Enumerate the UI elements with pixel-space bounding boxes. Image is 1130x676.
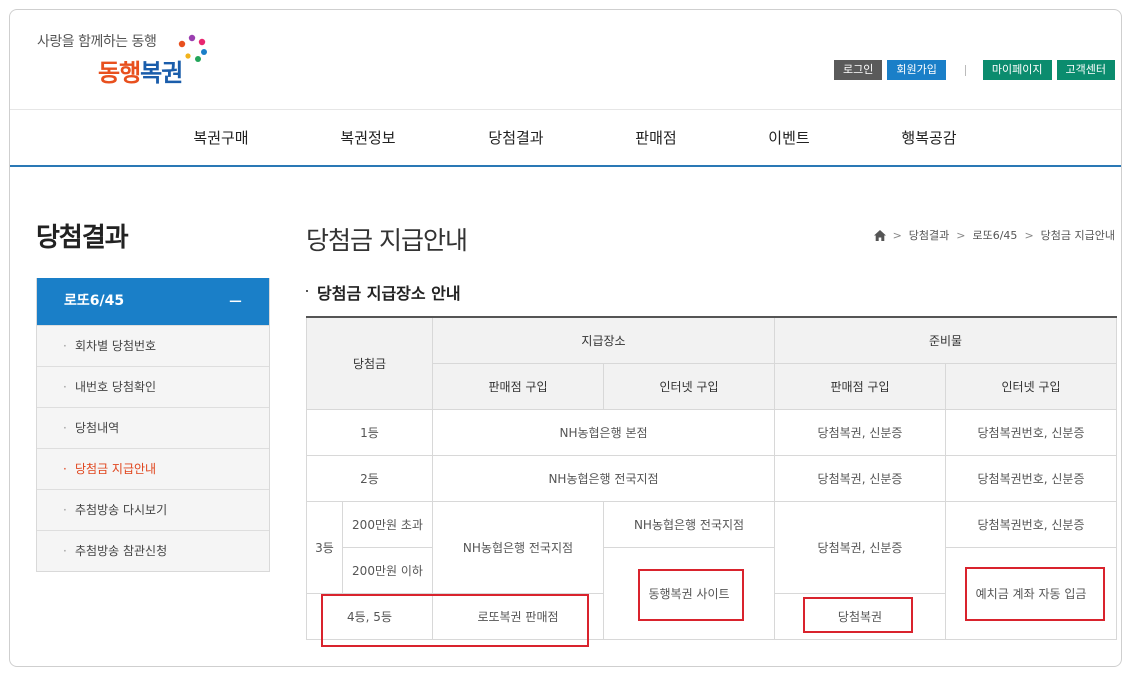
breadcrumb-item[interactable]: 당첨결과 — [909, 227, 949, 243]
highlight-box-docs-store — [803, 597, 913, 633]
highlight-box-internet-site — [638, 569, 744, 621]
docs-cell: 당첨복권번호, 신분증 — [945, 454, 1118, 502]
breadcrumb-item[interactable]: 로또6/45 — [972, 227, 1017, 243]
header-place: 지급장소 — [431, 316, 776, 364]
bullet-icon: · — [63, 380, 67, 394]
sidebar-item-payout-guide[interactable]: · 당첨금 지급안내 — [37, 448, 269, 489]
sidebar-item-label: 추첨방송 다시보기 — [75, 503, 168, 517]
table-row: 2등 NH농협은행 전국지점 당첨복권, 신분증 당첨복권번호, 신분증 — [306, 454, 1118, 502]
header-prize: 당첨금 — [306, 316, 433, 410]
bullet-icon: · — [63, 503, 67, 517]
section-title: 당첨금 지급장소 안내 — [306, 280, 461, 304]
sidebar-item-my-numbers[interactable]: · 내번호 당첨확인 — [37, 366, 269, 407]
sidebar-section-lotto645[interactable]: 로또6/45 − — [37, 278, 269, 325]
table-row: 1등 NH농협은행 본점 당첨복권, 신분증 당첨복권번호, 신분증 — [306, 408, 1118, 456]
table-header-row: 당첨금 지급장소 준비물 — [306, 316, 1118, 410]
sidebar-item-label: 회차별 당첨번호 — [75, 339, 157, 353]
breadcrumb-separator: > — [1024, 228, 1034, 242]
header-place-store: 판매점 구입 — [432, 362, 604, 410]
bullet-icon: · — [63, 339, 67, 353]
rank-cell: 2등 — [306, 454, 433, 502]
nav-item-stores[interactable]: 판매점 — [635, 110, 676, 166]
mypage-button[interactable]: 마이페이지 — [982, 60, 1052, 80]
sidebar-item-replay[interactable]: · 추첨방송 다시보기 — [37, 489, 269, 530]
breadcrumb-separator: > — [956, 228, 966, 242]
header-docs-internet: 인터넷 구입 — [945, 362, 1118, 410]
amount-cell: 200만원 이하 — [342, 546, 433, 594]
logo-text-part1: 동행 — [98, 59, 141, 87]
nav-item-results[interactable]: 당첨결과 — [488, 110, 543, 166]
header-place-internet: 인터넷 구입 — [602, 362, 776, 410]
nav-item-info[interactable]: 복권정보 — [340, 110, 395, 166]
sidebar-title: 당첨결과 — [36, 223, 129, 253]
rank-cell: 1등 — [306, 408, 433, 456]
breadcrumb-separator: > — [892, 228, 902, 242]
top-utility-bar: 로그인 회원가입 마이페이지 고객센터 — [834, 60, 1115, 80]
sidebar-section-label: 로또6/45 — [64, 293, 125, 309]
breadcrumb-item: 당첨금 지급안내 — [1040, 229, 1115, 242]
nav-item-happy[interactable]: 행복공감 — [901, 110, 956, 166]
bullet-icon: · — [63, 421, 67, 435]
breadcrumb: > 당첨결과 > 로또6/45 > 당첨금 지급안내 — [873, 227, 1115, 243]
logo-tagline: 사랑을 함께하는 동행 — [37, 34, 157, 50]
collapse-icon[interactable]: − — [228, 278, 243, 325]
place-cell: NH농협은행 전국지점 — [602, 500, 776, 548]
sidebar-item-attend[interactable]: · 추첨방송 참관신청 — [37, 530, 269, 571]
place-cell: NH농협은행 전국지점 — [431, 454, 776, 502]
home-icon[interactable] — [873, 229, 886, 241]
sidebar-item-label: 당첨금 지급안내 — [75, 462, 157, 476]
header-docs-store: 판매점 구입 — [774, 362, 947, 410]
docs-cell: 당첨복권, 신분증 — [774, 454, 947, 502]
bullet-icon: · — [63, 462, 67, 476]
sidebar-menu: 로또6/45 − · 회차별 당첨번호 · 내번호 당첨확인 · 당첨내역 · 당첨금 … — [36, 278, 270, 572]
divider — [964, 64, 966, 76]
page-frame: 사랑을 함께하는 동행 동행복권 로그인 회원가입 마이페이지 고객센터 복권구… — [9, 9, 1122, 667]
login-button[interactable]: 로그인 — [834, 60, 883, 80]
section-title-text: 당첨금 지급장소 안내 — [317, 284, 461, 303]
docs-cell: 당첨복권, 신분증 — [774, 500, 947, 594]
highlight-box-docs-internet — [965, 567, 1105, 621]
bullet-icon — [306, 289, 308, 292]
header-docs: 준비물 — [774, 316, 1118, 364]
docs-cell: 당첨복권, 신분증 — [774, 408, 947, 456]
page-title: 당첨금 지급안내 — [306, 226, 468, 255]
main-nav: 복권구매 복권정보 당첨결과 판매점 이벤트 행복공감 — [10, 109, 1121, 167]
logo-mark-icon — [178, 34, 207, 62]
amount-cell: 200만원 초과 — [342, 500, 433, 548]
docs-cell: 당첨복권번호, 신분증 — [945, 500, 1118, 548]
docs-cell: 당첨복권번호, 신분증 — [945, 408, 1118, 456]
sidebar-item-round-numbers[interactable]: · 회차별 당첨번호 — [37, 325, 269, 366]
nav-item-events[interactable]: 이벤트 — [768, 110, 809, 166]
highlight-box-rank45-store — [321, 594, 589, 647]
rank-cell: 3등 — [306, 500, 343, 594]
bullet-icon: · — [63, 544, 67, 558]
customer-center-button[interactable]: 고객센터 — [1056, 60, 1115, 80]
place-cell: NH농협은행 본점 — [431, 408, 776, 456]
sidebar-item-win-history[interactable]: · 당첨내역 — [37, 407, 269, 448]
nav-item-buy[interactable]: 복권구매 — [193, 110, 248, 166]
sidebar-item-label: 내번호 당첨확인 — [75, 380, 157, 394]
table-row: 3등 200만원 초과 NH농협은행 전국지점 NH농협은행 전국지점 당첨복권… — [306, 500, 1118, 594]
sidebar-item-label: 당첨내역 — [75, 421, 120, 435]
sidebar-item-label: 추첨방송 참관신청 — [75, 544, 168, 558]
signup-button[interactable]: 회원가입 — [887, 60, 946, 80]
place-cell: NH농협은행 전국지점 — [432, 500, 604, 594]
